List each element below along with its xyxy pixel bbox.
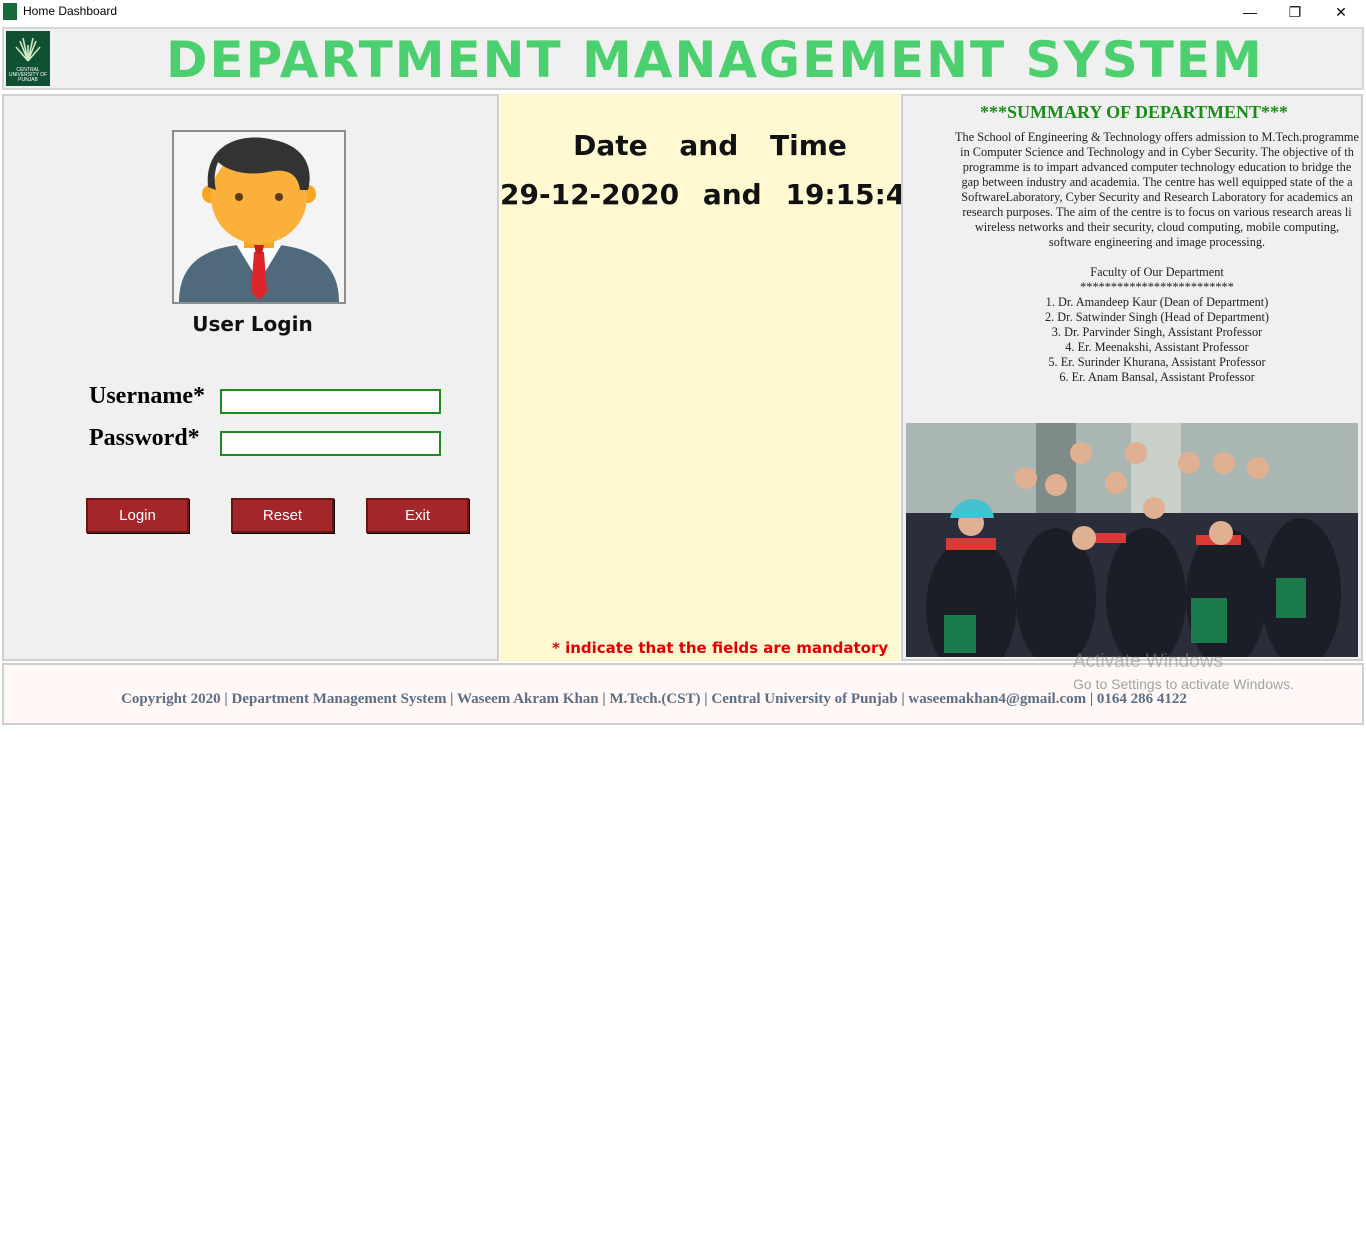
exit-button[interactable]: Exit — [366, 498, 469, 533]
department-group-photo — [906, 423, 1358, 657]
user-login-heading: User Login — [192, 312, 313, 336]
faculty-item: 2. Dr. Satwinder Singh (Head of Departme… — [1044, 310, 1270, 324]
faculty-divider: ************************* — [1080, 280, 1234, 294]
date-time-label: Date and Time — [573, 129, 847, 162]
summary-line: research purposes. The aim of the centre… — [962, 205, 1352, 219]
password-label: Password* — [89, 425, 200, 451]
window-titlebar: Home Dashboard — ❐ ✕ — [0, 0, 1366, 24]
faculty-item: 1. Dr. Amandeep Kaur (Dean of Department… — [1045, 295, 1269, 309]
activate-windows-hint: Go to Settings to activate Windows. — [1073, 676, 1294, 692]
department-summary-panel: ***SUMMARY OF DEPARTMENT*** The School o… — [901, 94, 1363, 661]
footer-copyright: Copyright 2020 | Department Management S… — [121, 691, 1187, 707]
summary-line: SoftwareLaboratory, Cyber Security and R… — [961, 190, 1353, 204]
logo-text: CENTRAL UNIVERSITY OF PUNJAB — [8, 67, 48, 83]
summary-line: programme is to impart advanced computer… — [962, 160, 1352, 174]
window-title: Home Dashboard — [23, 4, 118, 18]
date-time-value: 29-12-2020 and 19:15:49 — [500, 178, 925, 211]
close-button[interactable]: ✕ — [1318, 0, 1364, 24]
logo-emblem-icon — [15, 37, 41, 62]
login-button[interactable]: Login — [86, 498, 189, 533]
login-panel: User Login Username* Password* Login Res… — [2, 94, 499, 661]
summary-line: The School of Engineering & Technology o… — [955, 130, 1359, 144]
summary-line: software engineering and image processin… — [1048, 235, 1266, 249]
faculty-heading: Faculty of Our Department — [1090, 265, 1224, 279]
reset-button[interactable]: Reset — [231, 498, 334, 533]
summary-line: in Computer Science and Technology and i… — [960, 145, 1354, 159]
password-input[interactable] — [220, 431, 441, 456]
mandatory-fields-note: * indicate that the fields are mandatory — [552, 639, 889, 657]
faculty-item: 4. Er. Meenakshi, Assistant Professor — [1065, 340, 1249, 354]
faculty-item: 3. Dr. Parvinder Singh, Assistant Profes… — [1051, 325, 1263, 339]
app-icon — [3, 3, 17, 20]
user-avatar — [172, 130, 346, 304]
header-bar: CENTRAL UNIVERSITY OF PUNJAB DEPARTMENT … — [2, 27, 1364, 90]
app-title: DEPARTMENT MANAGEMENT SYSTEM — [166, 31, 1264, 89]
university-logo: CENTRAL UNIVERSITY OF PUNJAB — [6, 31, 50, 86]
faculty-item: 5. Er. Surinder Khurana, Assistant Profe… — [1048, 355, 1266, 369]
faculty-item: 6. Er. Anam Bansal, Assistant Professor — [1059, 370, 1255, 384]
username-label: Username* — [89, 383, 205, 409]
summary-text: The School of Engineering & Technology o… — [907, 130, 1361, 385]
group-photo-image — [906, 423, 1358, 657]
summary-line: wireless networks and their security, cl… — [974, 220, 1340, 234]
summary-line: gap between industry and academia. The c… — [961, 175, 1353, 189]
datetime-panel: Date and Time 29-12-2020 and 19:15:49 * … — [500, 94, 925, 661]
activate-windows-watermark: Activate Windows — [1073, 651, 1223, 672]
summary-line — [907, 250, 1361, 265]
user-avatar-icon — [174, 132, 344, 302]
maximize-button[interactable]: ❐ — [1272, 0, 1318, 24]
username-input[interactable] — [220, 389, 441, 414]
summary-title: ***SUMMARY OF DEPARTMENT*** — [979, 102, 1289, 122]
minimize-button[interactable]: — — [1227, 0, 1273, 24]
